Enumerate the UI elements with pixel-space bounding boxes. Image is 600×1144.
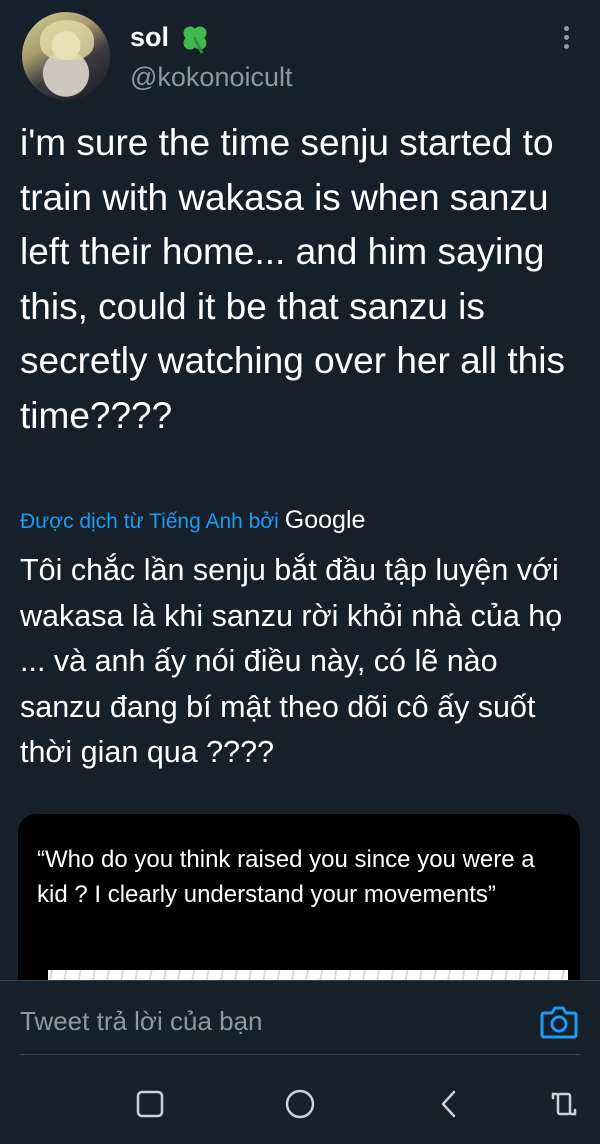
four-leaf-clover-icon — [183, 26, 207, 54]
rotate-icon[interactable] — [548, 1088, 580, 1120]
reply-input[interactable]: Tweet trả lời của bạn — [20, 1006, 263, 1037]
translated-by-label: Được dịch từ Tiếng Anh bởi — [20, 510, 279, 533]
recent-apps-icon[interactable] — [134, 1088, 166, 1120]
translation-attribution[interactable]: Được dịch từ Tiếng Anh bởi Google — [20, 506, 365, 535]
more-vertical-icon[interactable] — [559, 26, 573, 54]
home-icon[interactable] — [284, 1088, 316, 1120]
tweet-text: i'm sure the time senju started to train… — [20, 122, 565, 436]
camera-icon[interactable] — [540, 1004, 578, 1040]
google-logo: Google — [284, 506, 366, 534]
translated-tweet-text: Tôi chắc lần senju bắt đầu tập luyện với… — [20, 553, 563, 769]
back-icon[interactable] — [434, 1088, 466, 1120]
avatar[interactable] — [22, 12, 110, 100]
reply-underline — [20, 1054, 580, 1055]
user-handle[interactable]: @kokonoicult — [130, 62, 293, 93]
quoted-text: “Who do you think raised you since you w… — [37, 846, 535, 908]
display-name[interactable]: sol — [130, 22, 169, 53]
